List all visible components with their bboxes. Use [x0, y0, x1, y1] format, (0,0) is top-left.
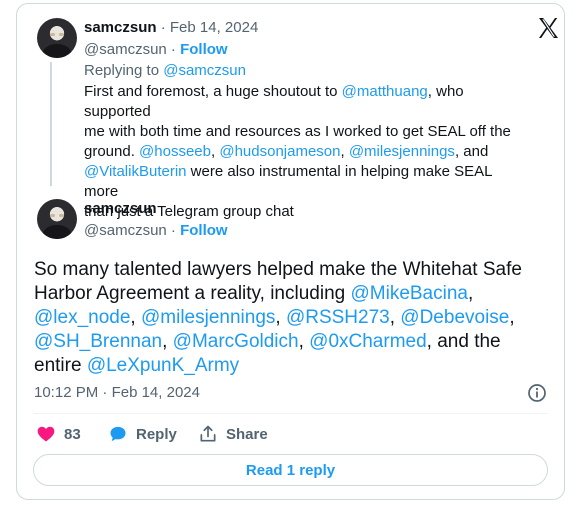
mention-link[interactable]: @matthuang: [342, 83, 428, 100]
mention-link[interactable]: @samczsun: [163, 62, 246, 79]
mention-link[interactable]: @milesjennings: [141, 307, 275, 328]
display-name[interactable]: samczsun: [84, 200, 157, 217]
divider: [33, 413, 548, 414]
tweet-text-segment: ,: [275, 307, 286, 328]
mention-link[interactable]: @lex_node: [34, 307, 130, 328]
x-logo-icon[interactable]: [536, 16, 560, 40]
tweet-timestamp[interactable]: 10:12 PM · Feb 14, 2024: [34, 384, 200, 401]
mention-link[interactable]: @LeXpunK_Army: [87, 355, 239, 376]
share-button[interactable]: Share: [198, 424, 268, 444]
text-line: @VitalikButerin were also instrumental i…: [84, 163, 492, 200]
info-icon[interactable]: [527, 383, 547, 403]
avatar[interactable]: [37, 199, 77, 239]
mention-link[interactable]: @milesjennings: [349, 143, 455, 160]
mention-link[interactable]: @RSSH273: [286, 307, 390, 328]
reply-label: Reply: [136, 425, 177, 443]
mention-link[interactable]: @VitalikButerin: [84, 163, 187, 180]
main-tweet-text: So many talented lawyers helped make the…: [34, 258, 534, 378]
reply-icon: [110, 426, 126, 442]
replying-to: Replying to @samczsun: [84, 62, 246, 79]
tweet-text-segment: ,: [467, 283, 474, 304]
avatar[interactable]: [37, 18, 77, 58]
read-replies-button[interactable]: Read 1 reply: [33, 454, 548, 486]
mention-link[interactable]: @Debevoise: [400, 307, 509, 328]
text-line: First and foremost, a huge shoutout to @…: [84, 83, 464, 120]
follow-button[interactable]: Follow: [180, 41, 228, 58]
heart-icon: [37, 426, 55, 442]
share-icon: [200, 425, 216, 442]
mention-link[interactable]: @MarcGoldich: [173, 331, 299, 352]
mention-link[interactable]: @0xCharmed: [309, 331, 427, 352]
tweet-text-segment: ,: [509, 307, 515, 328]
display-name[interactable]: samczsun · Feb 14, 2024: [84, 19, 258, 36]
mention-link[interactable]: @hudsonjameson: [219, 143, 340, 160]
like-button[interactable]: 83: [36, 424, 81, 444]
like-count: 83: [64, 425, 81, 443]
thread-line: [50, 62, 52, 186]
tweet-date[interactable]: Feb 14, 2024: [170, 19, 258, 36]
handle[interactable]: @samczsun: [84, 41, 167, 58]
handle[interactable]: @samczsun: [84, 222, 167, 239]
text-line: me with both time and resources as I wor…: [84, 123, 511, 140]
follow-button[interactable]: Follow: [180, 222, 228, 239]
mention-link[interactable]: @MikeBacina: [350, 283, 468, 304]
mention-link[interactable]: @SH_Brennan: [34, 331, 162, 352]
reply-button[interactable]: Reply: [108, 424, 177, 444]
mention-link[interactable]: @hosseeb: [139, 143, 211, 160]
share-label: Share: [226, 425, 268, 443]
tweet-text-segment: ,: [162, 331, 173, 352]
tweet-text-segment: ,: [298, 331, 310, 352]
text-line: ground. @hosseeb, @hudsonjameson, @miles…: [84, 143, 489, 160]
tweet-text-segment: ,: [130, 307, 141, 328]
tweet-text-segment: ,: [389, 307, 401, 328]
